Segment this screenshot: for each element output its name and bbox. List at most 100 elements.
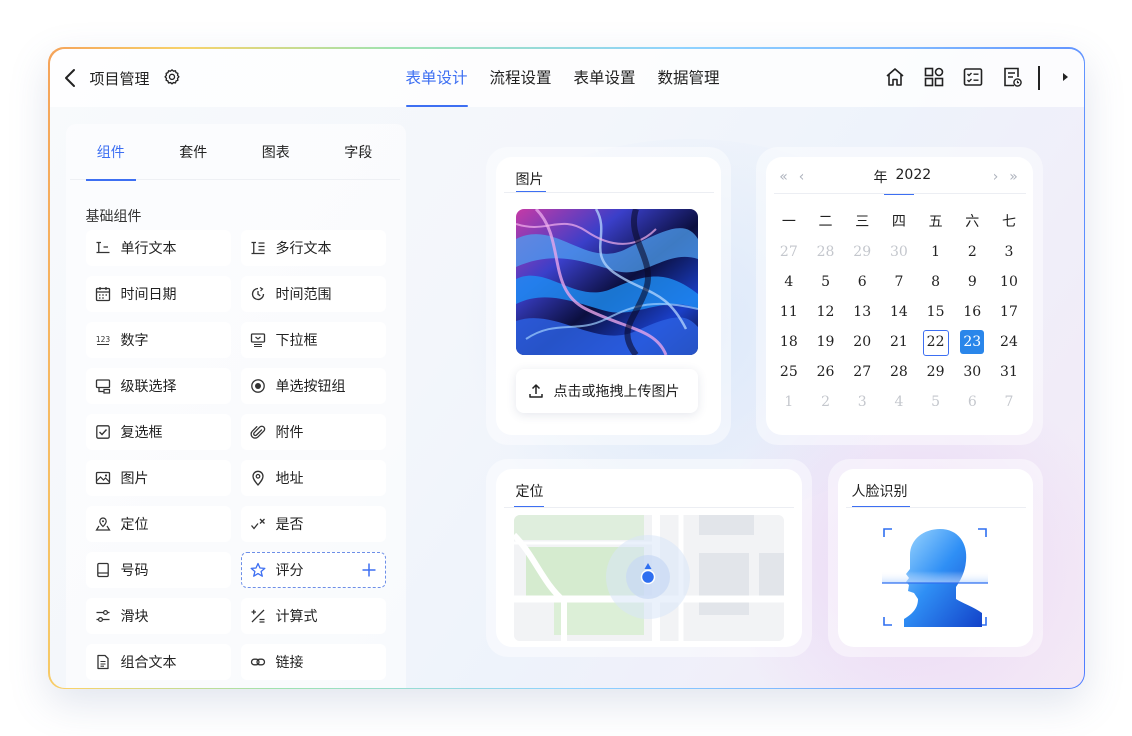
gear-icon[interactable] bbox=[163, 68, 181, 86]
tab-components[interactable]: 组件 bbox=[70, 142, 153, 181]
calendar-day[interactable]: 29 bbox=[844, 239, 881, 269]
calendar-day[interactable]: 4 bbox=[881, 389, 918, 419]
calendar-day[interactable]: 15 bbox=[917, 299, 954, 329]
calendar-day[interactable]: 2 bbox=[807, 389, 844, 419]
home-icon[interactable] bbox=[884, 66, 906, 88]
calendar-day[interactable]: 11 bbox=[771, 299, 808, 329]
component-multi-line-text[interactable]: 多行文本 bbox=[240, 229, 386, 266]
calendar-year[interactable]: 2022 bbox=[896, 167, 932, 183]
calendar-day-number: 25 bbox=[779, 363, 798, 380]
play-right-icon[interactable] bbox=[1054, 66, 1076, 88]
component-radio-group[interactable]: 单选按钮组 bbox=[240, 367, 386, 404]
star-icon bbox=[250, 562, 266, 578]
uploaded-image[interactable] bbox=[515, 208, 698, 355]
prev-year-icon[interactable]: « bbox=[774, 167, 794, 187]
component-combined-text[interactable]: 组合文本 bbox=[85, 643, 231, 680]
calendar-day[interactable]: 3 bbox=[991, 239, 1028, 269]
calendar-day[interactable]: 5 bbox=[917, 389, 954, 419]
calendar-day-number: 31 bbox=[1000, 363, 1018, 380]
calendar-day[interactable]: 20 bbox=[844, 329, 881, 359]
calendar-day[interactable]: 27 bbox=[844, 359, 881, 389]
plus-icon[interactable] bbox=[361, 562, 377, 578]
map-view[interactable] bbox=[513, 514, 784, 641]
list-check-icon[interactable] bbox=[962, 66, 984, 88]
calendar-day[interactable]: 8 bbox=[917, 269, 954, 299]
component-cascade[interactable]: 级联选择 bbox=[85, 367, 231, 404]
calendar-day[interactable]: 5 bbox=[807, 269, 844, 299]
face-scan-area[interactable] bbox=[879, 527, 990, 627]
calendar-day-selected[interactable]: 23 bbox=[954, 329, 991, 359]
component-address[interactable]: 地址 bbox=[240, 459, 386, 496]
next-month-icon[interactable]: › bbox=[986, 167, 1006, 187]
weekday-label: 三 bbox=[855, 213, 870, 230]
top-bar: 项目管理 表单设计 流程设置 表单设置 数据管理 bbox=[49, 48, 1084, 107]
component-attachment[interactable]: 附件 bbox=[240, 413, 386, 450]
calendar-day[interactable]: 27 bbox=[771, 239, 808, 269]
calendar-day[interactable]: 19 bbox=[807, 329, 844, 359]
calendar-day[interactable]: 13 bbox=[844, 299, 881, 329]
calendar-day[interactable]: 2 bbox=[954, 239, 991, 269]
calendar-day[interactable]: 6 bbox=[844, 269, 881, 299]
next-year-icon[interactable]: » bbox=[1004, 167, 1024, 187]
component-phone-number[interactable]: 号码 bbox=[85, 551, 231, 588]
calendar-day[interactable]: 28 bbox=[807, 239, 844, 269]
calendar-day-today[interactable]: 22 bbox=[917, 329, 954, 359]
component-single-line-text[interactable]: 单行文本 bbox=[85, 229, 231, 266]
calendar-day[interactable]: 30 bbox=[954, 359, 991, 389]
apps-grid-icon[interactable] bbox=[923, 66, 945, 88]
location-card: 定位 bbox=[495, 468, 802, 647]
calendar-day[interactable]: 7 bbox=[991, 389, 1028, 419]
calendar-day[interactable]: 24 bbox=[991, 329, 1028, 359]
calendar-day[interactable]: 21 bbox=[881, 329, 918, 359]
calendar-day[interactable]: 4 bbox=[771, 269, 808, 299]
calendar-day[interactable]: 12 bbox=[807, 299, 844, 329]
calendar-day[interactable]: 29 bbox=[917, 359, 954, 389]
calendar-day[interactable]: 28 bbox=[881, 359, 918, 389]
calendar-day[interactable]: 26 bbox=[807, 359, 844, 389]
component-position[interactable]: 定位 bbox=[85, 505, 231, 542]
tab-suites[interactable]: 套件 bbox=[152, 142, 235, 180]
component-link[interactable]: 链接 bbox=[240, 643, 386, 680]
calendar-day-number: 30 bbox=[889, 243, 908, 260]
calendar-day[interactable]: 10 bbox=[991, 269, 1028, 299]
component-dropdown[interactable]: 下拉框 bbox=[240, 321, 386, 358]
calendar-day[interactable]: 1 bbox=[917, 239, 954, 269]
calendar-day[interactable]: 3 bbox=[844, 389, 881, 419]
calendar-day-number: 6 bbox=[857, 273, 867, 290]
component-datetime[interactable]: 时间日期 bbox=[85, 275, 231, 312]
calendar-day[interactable]: 1 bbox=[771, 389, 808, 419]
calendar-day[interactable]: 16 bbox=[954, 299, 991, 329]
component-formula[interactable]: 计算式 bbox=[240, 597, 386, 634]
upload-image-button[interactable]: 点击或拖拽上传图片 bbox=[515, 368, 698, 413]
tab-data-management[interactable]: 数据管理 bbox=[658, 49, 720, 107]
chevron-left-icon[interactable] bbox=[62, 67, 80, 89]
component-image[interactable]: 图片 bbox=[85, 459, 231, 496]
calendar-day[interactable]: 9 bbox=[954, 269, 991, 299]
calendar-day-number: 5 bbox=[931, 393, 941, 410]
tab-fields[interactable]: 字段 bbox=[317, 142, 400, 180]
calendar-day[interactable]: 31 bbox=[991, 359, 1028, 389]
tab-charts[interactable]: 图表 bbox=[235, 142, 318, 180]
component-panel: 组件 套件 图表 字段 基础组件 单行文本 多行文本 时间日期 时间范围 123… bbox=[65, 123, 406, 688]
calendar-day[interactable]: 6 bbox=[954, 389, 991, 419]
tab-form-settings[interactable]: 表单设置 bbox=[574, 49, 636, 107]
component-number[interactable]: 123 数字 bbox=[85, 321, 231, 358]
document-clock-icon[interactable] bbox=[1001, 66, 1023, 88]
component-yes-no[interactable]: 是否 bbox=[240, 505, 386, 542]
tab-flow-settings[interactable]: 流程设置 bbox=[490, 49, 552, 107]
cascade-icon bbox=[95, 378, 111, 394]
calendar-day[interactable]: 18 bbox=[771, 329, 808, 359]
calendar-day[interactable]: 14 bbox=[881, 299, 918, 329]
component-rating[interactable]: 评分 bbox=[240, 551, 386, 588]
calendar-day[interactable]: 25 bbox=[771, 359, 808, 389]
prev-month-icon[interactable]: ‹ bbox=[792, 167, 812, 187]
calendar-day[interactable]: 30 bbox=[881, 239, 918, 269]
calendar-day[interactable]: 7 bbox=[881, 269, 918, 299]
tab-form-design[interactable]: 表单设计 bbox=[405, 49, 468, 107]
calendar-day-number: 21 bbox=[889, 333, 908, 350]
component-time-range[interactable]: 时间范围 bbox=[240, 275, 386, 312]
radio-icon bbox=[250, 378, 266, 394]
component-slider[interactable]: 滑块 bbox=[85, 597, 231, 634]
component-checkbox[interactable]: 复选框 bbox=[85, 413, 231, 450]
calendar-day[interactable]: 17 bbox=[991, 299, 1028, 329]
